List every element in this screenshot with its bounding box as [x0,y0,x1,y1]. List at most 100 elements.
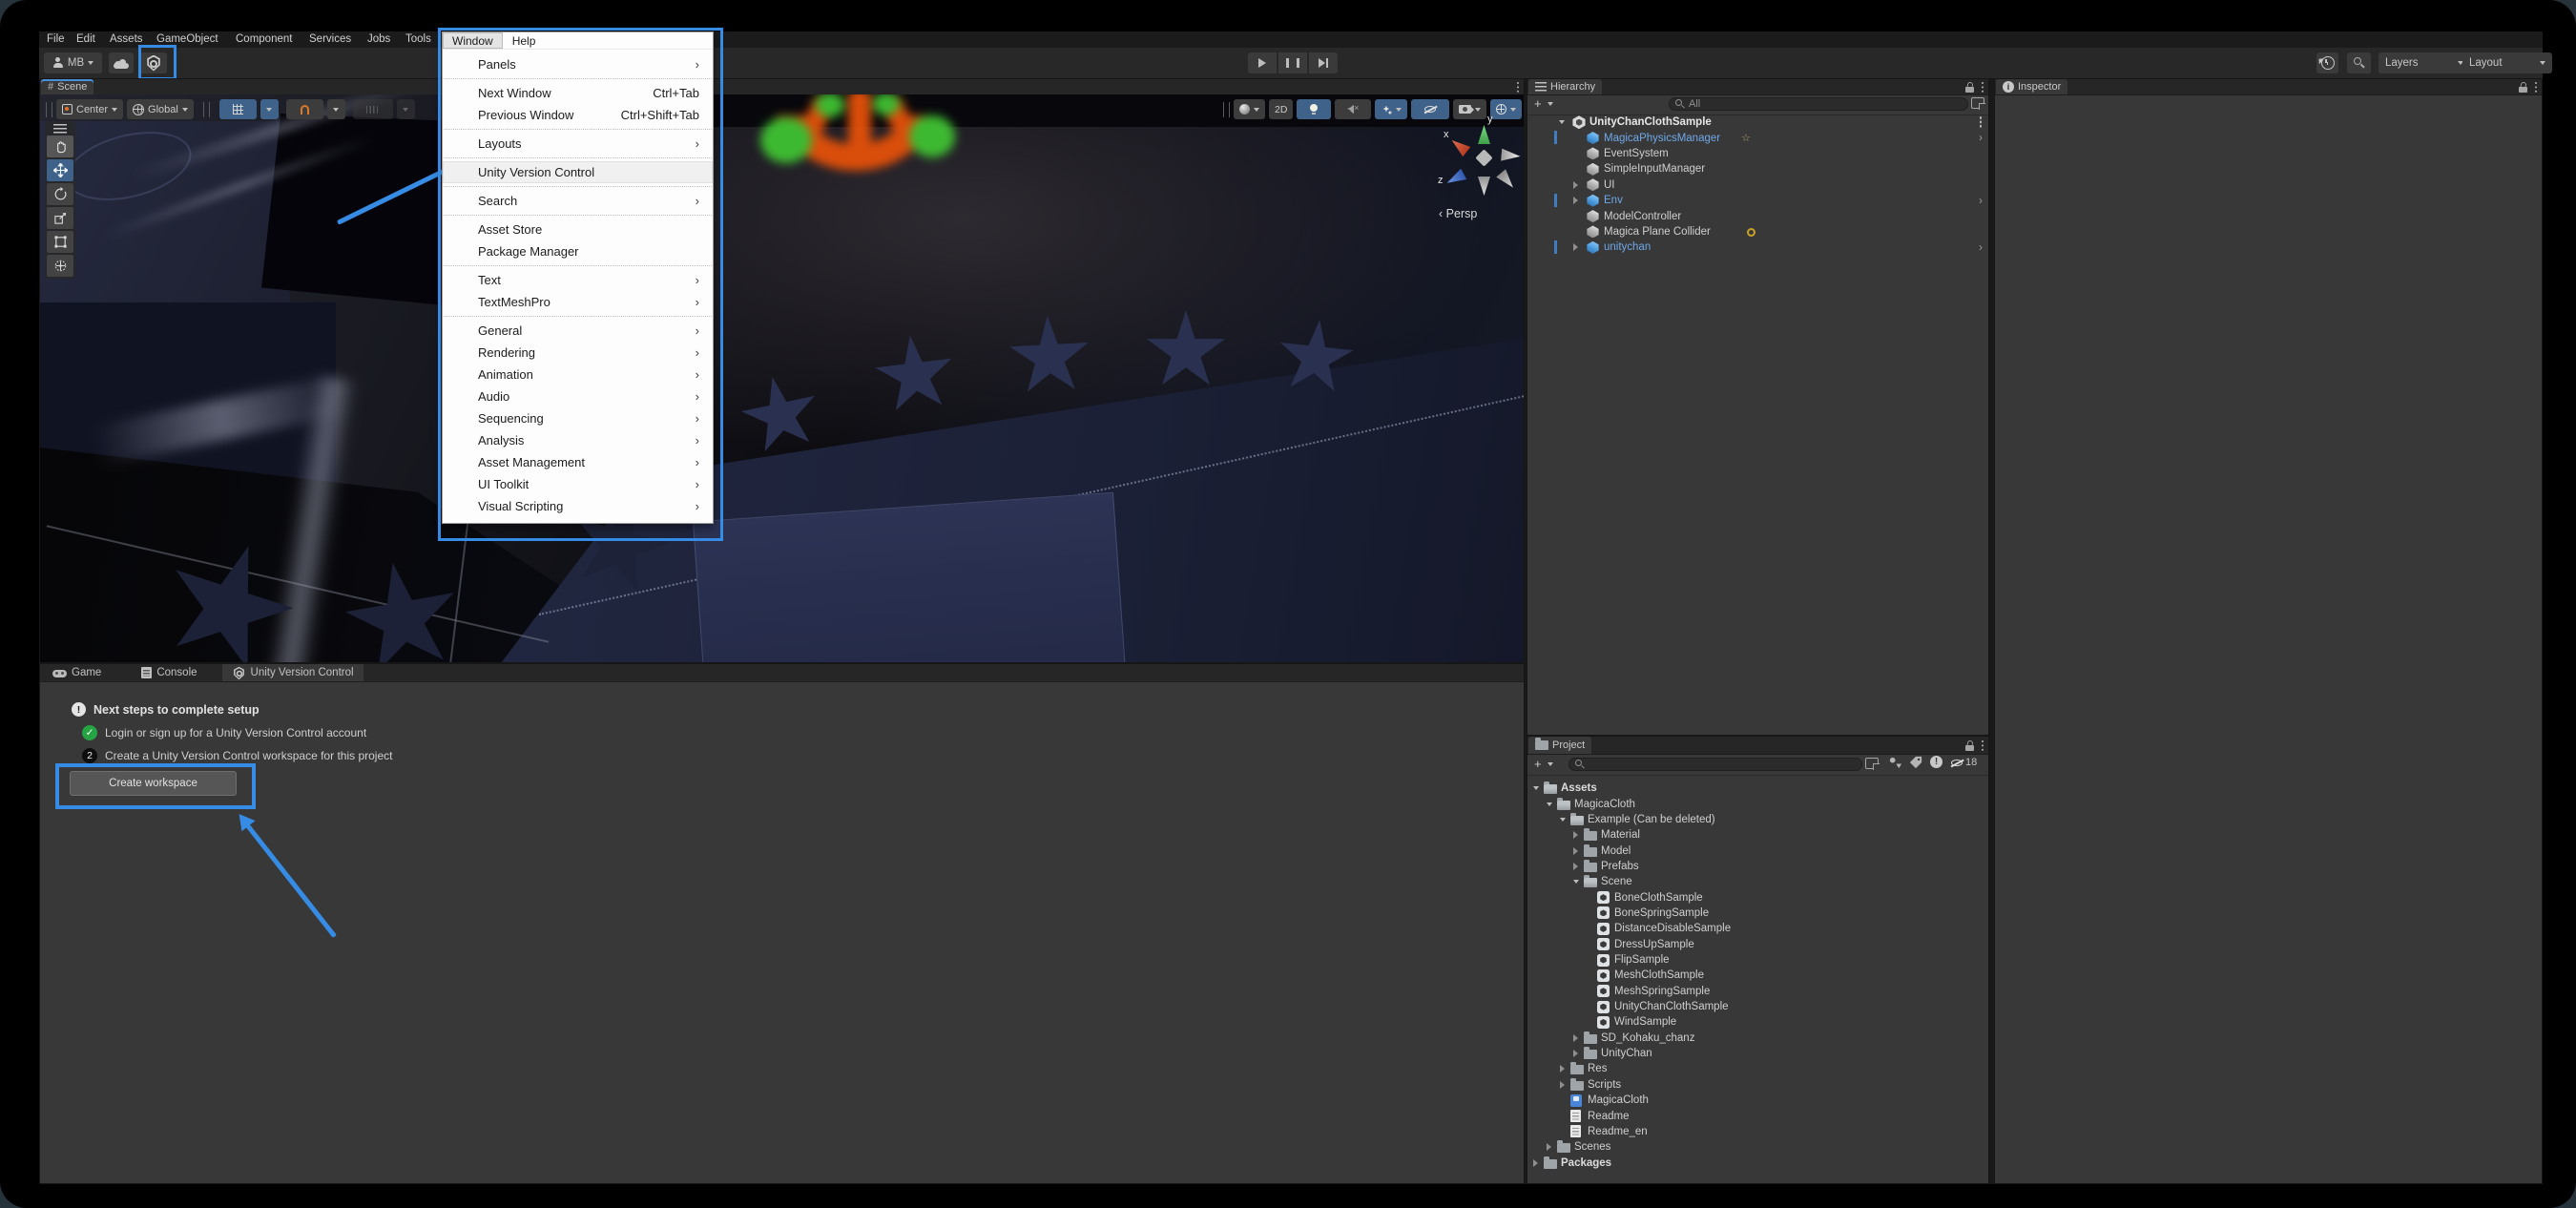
add-asset-button[interactable]: + [1534,757,1542,771]
tab-game[interactable]: Game [43,664,111,681]
tab-hierarchy[interactable]: Hierarchy [1528,79,1603,94]
scale-tool-button[interactable] [47,206,73,229]
project-row[interactable]: DressUpSample [1527,937,1988,952]
2d-toggle-button[interactable]: 2D [1269,99,1294,119]
hierarchy-row[interactable]: EventSystem [1527,146,1988,161]
more-icon[interactable] [1981,739,1984,752]
hierarchy-row[interactable]: MagicaPhysicsManager ☆ › [1527,130,1988,145]
tree-expand-arrow[interactable] [1560,1080,1565,1089]
rotate-tool-button[interactable] [47,182,73,205]
grid-snap-dropdown[interactable] [260,99,279,119]
overlay-handle-icon[interactable] [53,124,67,134]
axis-gray-cone[interactable] [1501,149,1521,163]
hierarchy-row[interactable]: SimpleInputManager [1527,161,1988,177]
project-row[interactable]: UnityChanClothSample [1527,999,1988,1014]
overlay-grip[interactable] [202,101,210,117]
overlay-grip[interactable] [46,101,52,117]
hierarchy-row[interactable]: Magica Plane Collider [1527,224,1988,240]
tree-expand-arrow[interactable] [1533,1158,1538,1167]
project-row[interactable]: Readme_en [1527,1124,1988,1139]
play-button[interactable] [1248,52,1277,73]
project-row[interactable]: UnityChan [1527,1046,1988,1061]
project-row[interactable]: BoneSpringSample [1527,906,1988,921]
pivot-mode-button[interactable]: Center [56,99,124,119]
hierarchy-row[interactable]: Env › [1527,193,1988,208]
hierarchy-row[interactable]: ModelController [1527,208,1988,223]
hierarchy-row[interactable]: UI [1527,177,1988,193]
menubar-item-component[interactable]: Component [236,31,292,48]
snap-increment-dropdown[interactable] [326,99,345,119]
lock-icon[interactable] [1965,81,1974,93]
hierarchy-row[interactable]: UnityChanClothSample [1527,115,1988,130]
search-button[interactable] [2347,52,2371,73]
gizmos-button[interactable] [1490,99,1523,119]
lock-icon[interactable] [1965,739,1974,751]
hidden-items-button[interactable]: 18 [1951,757,1977,768]
tab-console[interactable]: Console [132,664,206,681]
visibility-toggle-button[interactable] [1411,99,1450,119]
menubar-item-file[interactable]: File [47,31,65,48]
project-row[interactable]: MagicaCloth [1527,796,1988,811]
snap-increment-button[interactable] [285,99,323,119]
hierarchy-search-input[interactable]: All [1669,97,1968,111]
axis-z-cone[interactable] [1444,169,1467,189]
tree-expand-arrow[interactable] [1573,197,1578,205]
axis-center-cube[interactable] [1475,149,1493,167]
search-by-import-button[interactable] [1865,758,1880,770]
menubar-item-services[interactable]: Services [309,31,351,48]
move-tool-button[interactable] [47,158,73,181]
hand-tool-button[interactable] [47,135,73,157]
menubar-item-jobs[interactable]: Jobs [367,31,390,48]
tree-expand-arrow[interactable] [1573,1033,1578,1042]
more-icon[interactable] [2534,81,2538,94]
tree-expand-arrow[interactable] [1573,1050,1578,1058]
add-object-button[interactable]: + [1534,96,1542,111]
layers-dropdown[interactable]: Layers [2379,52,2470,73]
project-row[interactable]: MagicaCloth [1527,1093,1988,1108]
axis-gray-cone[interactable] [1496,169,1518,192]
tree-expand-arrow[interactable] [1573,846,1578,855]
tab-unity-version-control[interactable]: Unity Version Control [221,664,364,681]
scene-viewport[interactable]: Center Global 2D × y x z ‹ Persp [40,94,1524,662]
tree-collapse-arrow[interactable] [1573,880,1579,885]
project-row[interactable]: Prefabs [1527,859,1988,874]
project-row[interactable]: MeshClothSample [1527,968,1988,983]
measure-dropdown[interactable] [396,99,415,119]
tree-collapse-arrow[interactable] [1560,817,1566,822]
menubar-item-tools[interactable]: Tools [405,31,431,48]
hierarchy-row[interactable]: unitychan › [1527,240,1988,255]
pick-window-button[interactable] [1971,97,1985,110]
persp-label[interactable]: ‹ Persp [1439,207,1477,220]
transform-tool-button[interactable] [47,254,73,277]
search-by-label-button[interactable] [1909,756,1922,769]
tree-collapse-arrow[interactable] [1559,120,1565,125]
axis-gray-cone[interactable] [1478,177,1490,196]
add-object-dropdown[interactable] [1548,102,1553,106]
project-row[interactable]: FlipSample [1527,952,1988,968]
overlay-grip[interactable] [1223,101,1230,117]
lock-icon[interactable] [2519,81,2527,93]
tree-expand-arrow[interactable] [1547,1143,1551,1152]
cloud-services-button[interactable] [109,52,134,73]
step-button[interactable] [1309,52,1338,73]
menubar-item-edit[interactable]: Edit [76,31,95,48]
tree-expand-arrow[interactable] [1573,243,1578,252]
project-row[interactable]: Material [1527,827,1988,843]
project-row[interactable]: Scripts [1527,1077,1988,1093]
project-row[interactable]: SD_Kohaku_chanz [1527,1031,1988,1046]
tree-expand-arrow[interactable] [1573,831,1578,840]
search-by-type-button[interactable] [1888,756,1902,770]
row-chevron-icon[interactable]: › [1979,131,1983,144]
project-row[interactable]: Scene [1527,874,1988,889]
project-row[interactable]: Readme [1527,1108,1988,1123]
lighting-toggle-button[interactable] [1297,99,1332,119]
pause-button[interactable] [1278,52,1307,73]
orientation-button[interactable]: Global [127,99,194,119]
project-row[interactable]: DistanceDisableSample [1527,921,1988,936]
tree-collapse-arrow[interactable] [1533,786,1539,791]
tree-collapse-arrow[interactable] [1547,802,1552,806]
project-row[interactable]: MeshSpringSample [1527,984,1988,999]
project-row[interactable]: Assets [1527,781,1988,796]
project-search-input[interactable] [1568,758,1862,771]
tree-expand-arrow[interactable] [1573,862,1578,870]
